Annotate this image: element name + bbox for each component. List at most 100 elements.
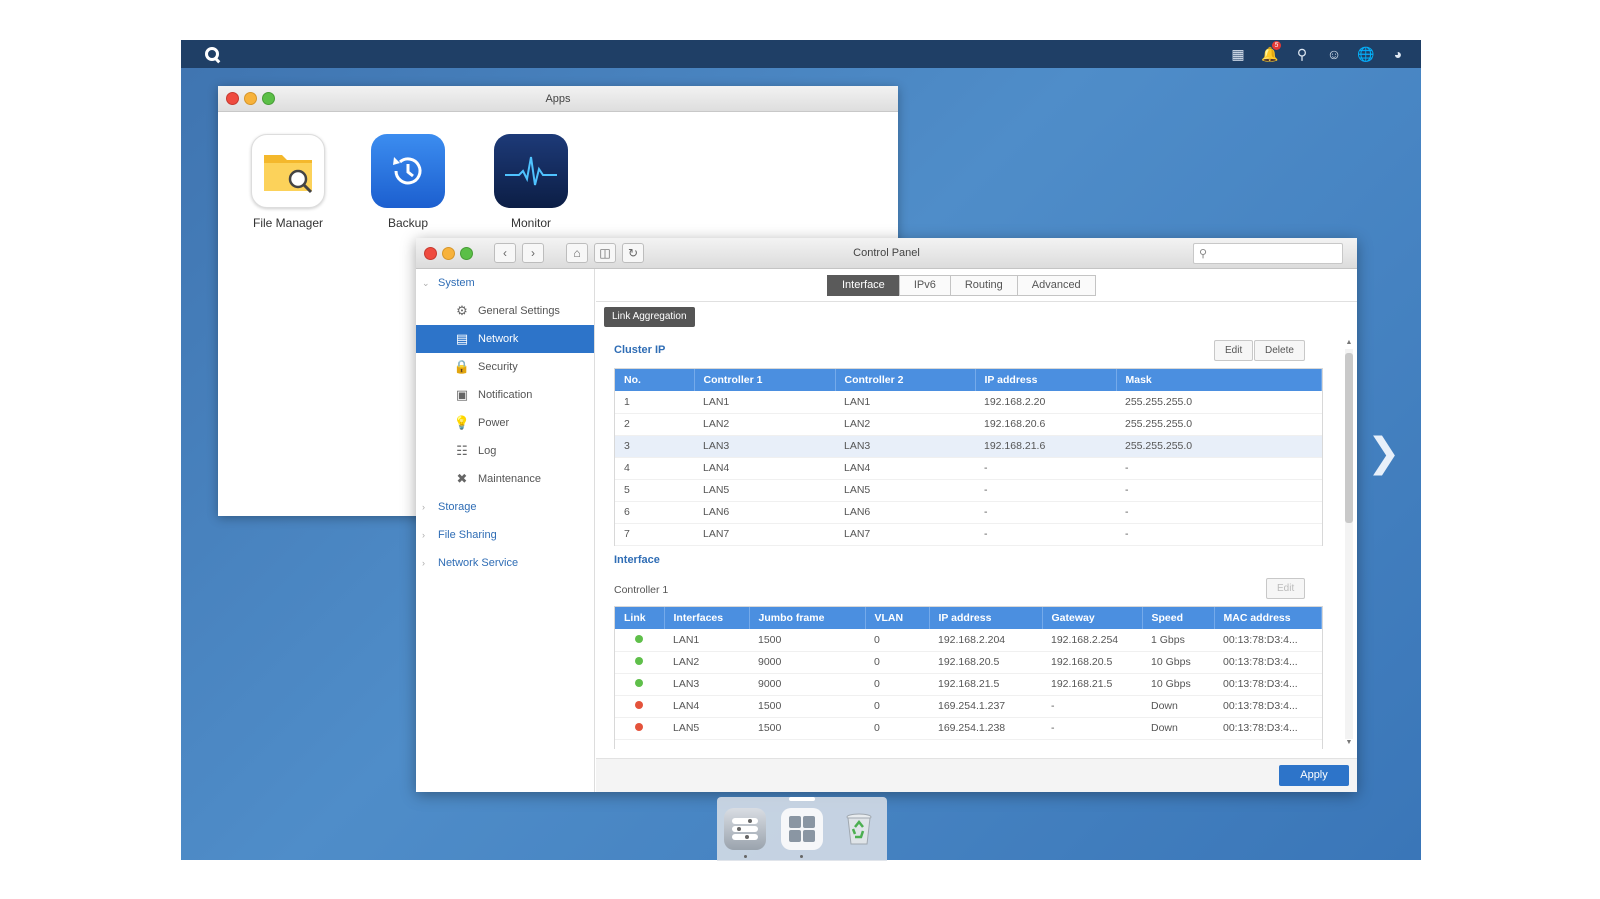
app-file-manager[interactable]: File Manager [238,134,338,230]
minimize-button[interactable] [244,92,257,105]
column-header[interactable]: IP address [929,607,1043,629]
user-icon[interactable]: ☺ [1325,45,1343,63]
chevron-right-icon: › [422,530,425,540]
app-center-icon[interactable] [780,808,823,858]
next-page-arrow-icon[interactable]: ❯ [1367,430,1401,476]
sidebar-item-security[interactable]: 🔒 Security [416,353,594,381]
column-header[interactable]: VLAN [865,607,930,629]
table-cell: 1500 [749,695,865,718]
table-cell: 7 [615,523,694,546]
table-row[interactable]: 1 LAN1 LAN1 192.168.2.20 255.255.255.0 [615,391,1322,414]
link-up-icon [635,634,643,643]
globe-icon[interactable]: 🌐 [1357,45,1375,63]
table-cell: 3 [615,435,694,458]
monitor-icon [494,134,568,208]
app-label: Backup [387,216,429,230]
table-row[interactable]: LAN5 1500 0 169.254.1.238- Down 00:13:78:D3:4… [615,717,1322,740]
scroll-thumb[interactable] [1345,353,1353,523]
apps-window-titlebar[interactable]: Apps [218,86,898,112]
minimize-button[interactable] [442,246,455,260]
recycle-bin-icon[interactable] [838,808,880,850]
column-header[interactable]: Mask [1116,369,1322,391]
maximize-button[interactable] [460,246,473,260]
table-row[interactable]: LAN3 9000 0 192.168.21.5 192.168.21.5 10 Gbps… [615,673,1322,696]
maximize-button[interactable] [262,92,275,105]
table-cell: - [1116,457,1322,480]
app-backup[interactable]: Backup [358,134,458,230]
tab-advanced[interactable]: Advanced [1016,275,1096,296]
cluster-delete-button[interactable]: Delete [1254,340,1305,361]
sidebar-item-network[interactable]: ▤ Network [416,325,594,353]
sidebar-item-notification[interactable]: ▣ Notification [416,381,594,409]
search-box[interactable]: ⚲ [1193,243,1343,264]
sidebar-group-storage[interactable]: › Storage [416,493,594,521]
table-row[interactable]: 7 LAN7 LAN7- - [615,523,1322,546]
app-monitor[interactable]: Monitor [481,134,581,230]
cluster-edit-button[interactable]: Edit [1214,340,1254,361]
column-header[interactable]: Speed [1142,607,1215,629]
app-label: File Manager [252,216,324,230]
sidebar-toggle-icon[interactable]: ◫ [594,243,616,263]
dock-handle[interactable] [789,797,815,801]
table-row[interactable]: 3 LAN3 LAN3 192.168.21.6 255.255.255.0 [615,435,1322,458]
sidebar-group-network-service[interactable]: › Network Service [416,549,594,577]
column-header[interactable]: Link [615,607,665,629]
bell-icon[interactable]: 🔔 5 [1261,41,1281,63]
sidebar-item-maintenance[interactable]: ✖ Maintenance [416,465,594,493]
refresh-icon[interactable]: ↻ [622,243,644,263]
close-button[interactable] [226,92,239,105]
table-cell: 1 [615,391,694,414]
table-row[interactable]: LAN1 1500 0 192.168.2.204 192.168.2.254 1 Gbp… [615,629,1322,652]
link-up-icon [635,679,643,687]
link-aggregation-button[interactable]: Link Aggregation [604,307,695,327]
column-header[interactable]: MAC address [1214,607,1322,629]
search-icon[interactable]: ⚲ [1293,45,1311,63]
table-row[interactable]: 5 LAN5 LAN5- - [615,479,1322,502]
sidebar-group-file-sharing[interactable]: › File Sharing [416,521,594,549]
tab-interface[interactable]: Interface [827,275,900,296]
tab-ipv6[interactable]: IPv6 [898,275,951,296]
column-header[interactable]: Jumbo frame [749,607,866,629]
table-cell: 9000 [749,651,865,674]
table-cell: LAN7 [694,523,835,546]
table-row[interactable]: LAN4 1500 0 169.254.1.237- Down 00:13:78:D3:4… [615,695,1322,718]
table-row[interactable]: 6 LAN6 LAN6- - [615,501,1322,524]
scrollbar[interactable]: ▲ ▼ [1345,339,1353,749]
sidebar-item-general-settings[interactable]: ⚙ General Settings [416,297,594,325]
table-cell: LAN2 [835,413,975,436]
scroll-up-icon[interactable]: ▲ [1345,339,1353,346]
interface-edit-button[interactable]: Edit [1266,578,1306,599]
table-cell: 0 [865,673,929,696]
control-panel-icon[interactable] [724,808,767,858]
table-row[interactable]: LAN2 9000 0 192.168.20.5 192.168.20.5 10 Gbps… [615,651,1322,674]
apply-button[interactable]: Apply [1279,765,1349,786]
scroll-down-icon[interactable]: ▼ [1345,739,1353,746]
table-cell: - [1116,479,1322,502]
back-icon[interactable]: ‹ [494,243,516,263]
home-icon[interactable]: ⌂ [566,243,588,263]
table-cell: - [975,501,1116,524]
column-header[interactable]: Controller 1 [694,369,836,391]
column-header[interactable]: Controller 2 [835,369,976,391]
close-button[interactable] [424,246,437,260]
apps-grid-icon[interactable]: ▦ [1229,45,1247,63]
search-input[interactable] [1211,247,1332,260]
sidebar-item-label: Maintenance [478,473,541,485]
forward-icon[interactable]: › [522,243,544,263]
column-header[interactable]: Gateway [1042,607,1143,629]
column-header[interactable]: Interfaces [664,607,750,629]
sidebar-group-system[interactable]: ⌄ System [416,269,594,297]
link-status-cell [615,651,664,674]
table-row[interactable]: 4 LAN4 LAN4- - [615,457,1322,480]
dashboard-icon[interactable]: ◕ [1389,45,1407,63]
column-header[interactable]: IP address [975,369,1117,391]
sidebar-item-log[interactable]: ☷ Log [416,437,594,465]
control-panel-titlebar[interactable]: ‹ › ⌂ ◫ ↻ Control Panel ⚲ [416,238,1357,269]
interface-table-frame: Link Interfaces Jumbo frame VLAN IP address G… [614,606,1323,749]
table-cell: - [975,479,1116,502]
table-row[interactable]: 2 LAN2 LAN2 192.168.20.6 255.255.255.0 [615,413,1322,436]
column-header[interactable]: No. [615,369,695,391]
tab-routing[interactable]: Routing [949,275,1018,296]
qnap-logo-icon[interactable] [205,47,219,61]
sidebar-item-power[interactable]: 💡 Power [416,409,594,437]
